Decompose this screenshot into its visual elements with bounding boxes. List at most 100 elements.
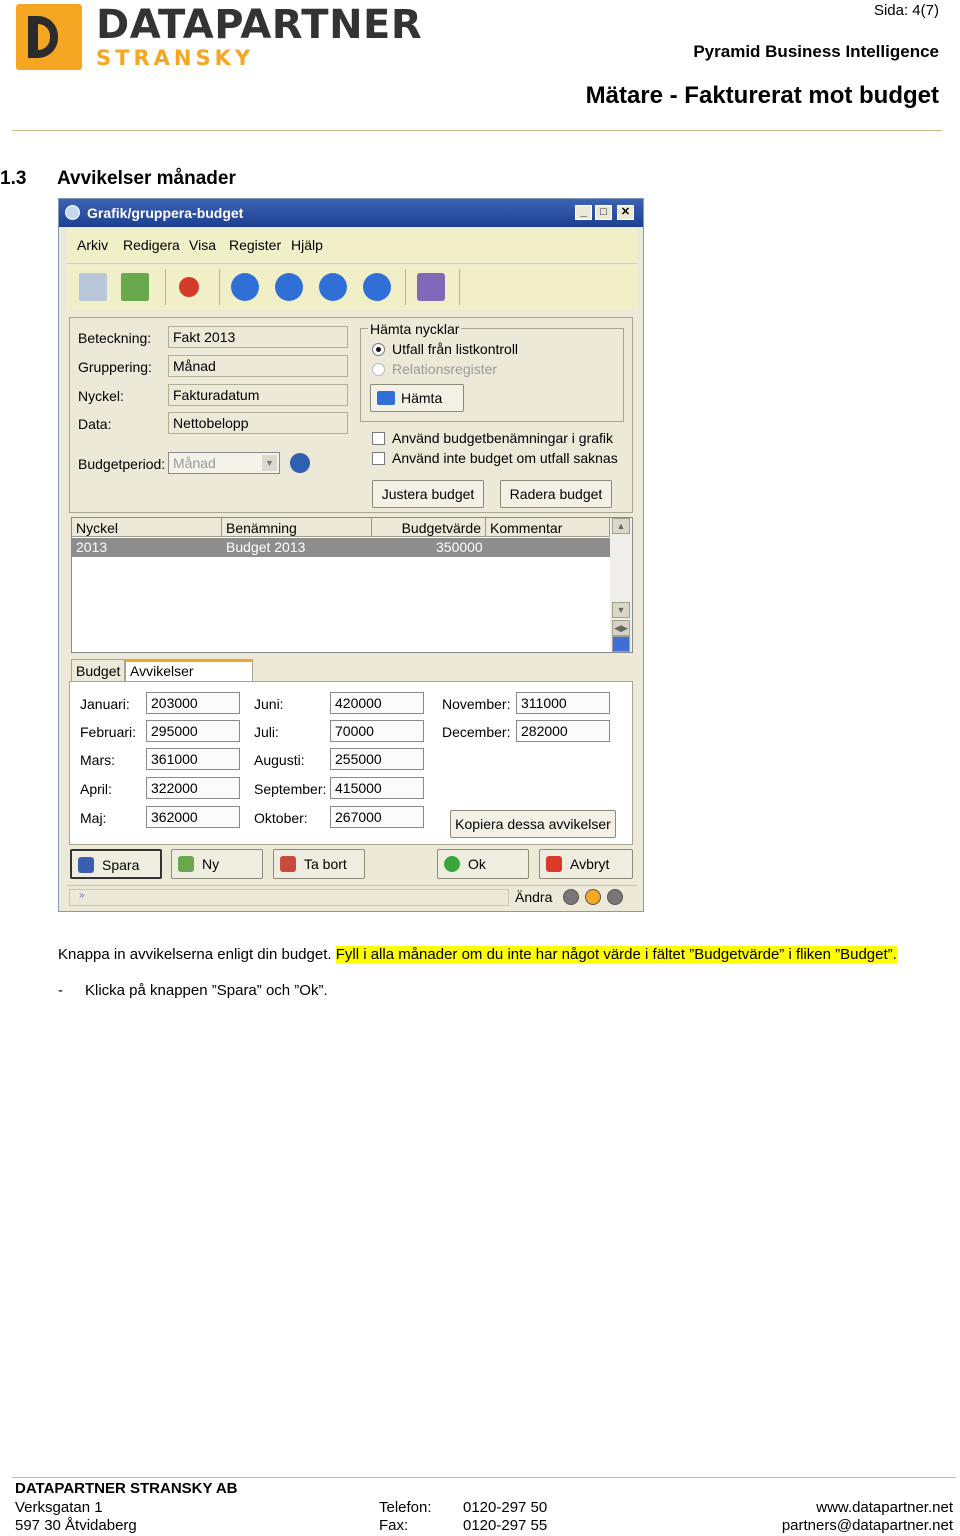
tab-avvikelser-manader[interactable]: Avvikelser månader	[125, 659, 253, 698]
avvikelser-panel: Januari: 203000 Februari: 295000 Mars: 3…	[69, 681, 633, 845]
next-record-icon[interactable]	[319, 273, 347, 301]
november-field[interactable]: 311000	[516, 692, 610, 714]
radio-utfall-label: Utfall från listkontroll	[392, 341, 519, 357]
copy-icon[interactable]	[79, 273, 107, 301]
juni-field[interactable]: 420000	[330, 692, 424, 714]
avbryt-button-label: Avbryt	[570, 856, 610, 872]
gruppering-field[interactable]: Månad	[168, 355, 348, 377]
menu-visa[interactable]: Visa	[189, 237, 216, 253]
cell-nyckel: 2013	[76, 539, 108, 555]
new-icon	[178, 856, 194, 872]
grid-scrollbar[interactable]: ▲ ▼ ◀▶	[610, 518, 632, 652]
last-record-icon[interactable]	[363, 273, 391, 301]
status-led-orange-icon	[585, 889, 601, 905]
checkbox-inte-budget-label: Använd inte budget om utfall saknas	[392, 450, 618, 466]
menu-register[interactable]: Register	[229, 237, 281, 253]
column-header-budgetvarde[interactable]: Budgetvärde	[372, 518, 486, 537]
column-header-benamning[interactable]: Benämning	[222, 518, 372, 537]
ta-bort-button[interactable]: Ta bort	[273, 849, 365, 879]
budgetperiod-label: Budgetperiod:	[78, 456, 166, 472]
status-mode: Ändra	[515, 889, 553, 905]
januari-label: Januari:	[80, 696, 130, 712]
checkbox-budgetbenamningar[interactable]	[372, 432, 385, 445]
checkbox-inte-budget[interactable]	[372, 452, 385, 465]
users-icon[interactable]	[121, 273, 149, 301]
footer-fax: 0120-297 55	[463, 1517, 548, 1534]
februari-label: Februari:	[80, 724, 137, 740]
column-header-nyckel[interactable]: Nyckel	[72, 518, 222, 537]
toolbar-separator	[165, 269, 166, 305]
footer-website-link[interactable]: www.datapartner.net	[816, 1499, 953, 1516]
highlighted-instruction: Fyll i alla månader om du inte har något…	[335, 946, 897, 963]
book-icon[interactable]	[417, 273, 445, 301]
footer-email-link[interactable]: partners@datapartner.net	[782, 1517, 953, 1534]
first-record-icon[interactable]	[231, 273, 259, 301]
close-button[interactable]: ✕	[617, 205, 634, 220]
augusti-field[interactable]: 255000	[330, 748, 424, 770]
maximize-button[interactable]: □	[595, 205, 612, 220]
save-icon	[78, 857, 94, 873]
menu-arkiv[interactable]: Arkiv	[77, 237, 108, 253]
app-icon	[65, 205, 80, 220]
product-name: Pyramid Business Intelligence	[693, 42, 939, 61]
chevron-down-icon[interactable]: ▼	[262, 455, 277, 471]
table-row[interactable]: 2013 Budget 2013 350000	[72, 538, 610, 557]
footer-fax-label: Fax:	[379, 1517, 409, 1534]
nyckel-label: Nyckel:	[78, 388, 124, 404]
pin-icon[interactable]	[179, 277, 199, 297]
avbryt-button[interactable]: Avbryt	[539, 849, 633, 879]
footer-city: 597 30 Åtvidaberg	[15, 1517, 137, 1534]
settings-panel: Beteckning: Fakt 2013 Gruppering: Månad …	[69, 317, 633, 513]
ny-button[interactable]: Ny	[171, 849, 263, 879]
ok-button[interactable]: Ok	[437, 849, 529, 879]
oktober-field[interactable]: 267000	[330, 806, 424, 828]
april-field[interactable]: 322000	[146, 777, 240, 799]
previous-record-icon[interactable]	[275, 273, 303, 301]
hamta-button[interactable]: Hämta	[370, 384, 464, 412]
ny-button-label: Ny	[202, 856, 220, 872]
lock-icon[interactable]	[290, 453, 310, 473]
februari-field[interactable]: 295000	[146, 720, 240, 742]
spara-button-label: Spara	[102, 857, 140, 873]
radera-budget-button[interactable]: Radera budget	[500, 480, 612, 508]
maj-field[interactable]: 362000	[146, 806, 240, 828]
radio-relationsregister[interactable]	[372, 363, 385, 376]
januari-field[interactable]: 203000	[146, 692, 240, 714]
justera-budget-button[interactable]: Justera budget	[372, 480, 484, 508]
mars-field[interactable]: 361000	[146, 748, 240, 770]
section-title: Avvikelser månader	[57, 168, 236, 189]
section-heading: 1.3 Avvikelser månader	[0, 168, 236, 190]
scroll-up-icon[interactable]: ▲	[612, 518, 630, 534]
menu-hjalp[interactable]: Hjälp	[291, 237, 323, 253]
action-bar: Spara Ny Ta bort Ok Avbryt	[67, 847, 637, 881]
december-field[interactable]: 282000	[516, 720, 610, 742]
instruction-text: Knappa in avvikelserna enligt din budget…	[58, 946, 336, 963]
footer-company: DATAPARTNER STRANSKY AB	[15, 1480, 238, 1497]
page-number: Sida: 4(7)	[873, 2, 939, 19]
data-field[interactable]: Nettobelopp	[168, 412, 348, 434]
checkbox-budgetbenamningar-label: Använd budgetbenämningar i grafik	[392, 430, 614, 446]
minimize-button[interactable]: _	[575, 205, 592, 220]
grid-settings-icon[interactable]	[612, 636, 630, 652]
juli-field[interactable]: 70000	[330, 720, 424, 742]
menu-redigera[interactable]: Redigera	[123, 237, 180, 253]
footer-phone-label: Telefon:	[379, 1499, 432, 1516]
oktober-label: Oktober:	[254, 810, 308, 826]
september-field[interactable]: 415000	[330, 777, 424, 799]
toolbar-separator	[219, 269, 220, 305]
column-header-kommentar[interactable]: Kommentar	[486, 518, 610, 537]
scroll-down-icon[interactable]: ▼	[612, 602, 630, 618]
radio-utfall[interactable]	[372, 343, 385, 356]
kopiera-avvikelser-button[interactable]: Kopiera dessa avvikelser	[450, 810, 616, 838]
status-bar: » Ändra	[67, 885, 637, 908]
spara-button[interactable]: Spara	[70, 849, 162, 879]
tab-budget[interactable]: Budget	[71, 659, 125, 683]
resize-columns-icon[interactable]: ◀▶	[612, 620, 630, 636]
window-titlebar: Grafik/gruppera-budget _ □ ✕	[59, 199, 643, 227]
nyckel-field[interactable]: Fakturadatum	[168, 384, 348, 406]
cell-benamning: Budget 2013	[226, 539, 306, 555]
beteckning-field[interactable]: Fakt 2013	[168, 326, 348, 348]
logo-subtitle: STRANSKY	[96, 46, 255, 70]
menu-bar: Arkiv Redigera Visa Register Hjälp	[67, 229, 637, 264]
gruppering-label: Gruppering:	[78, 359, 152, 375]
